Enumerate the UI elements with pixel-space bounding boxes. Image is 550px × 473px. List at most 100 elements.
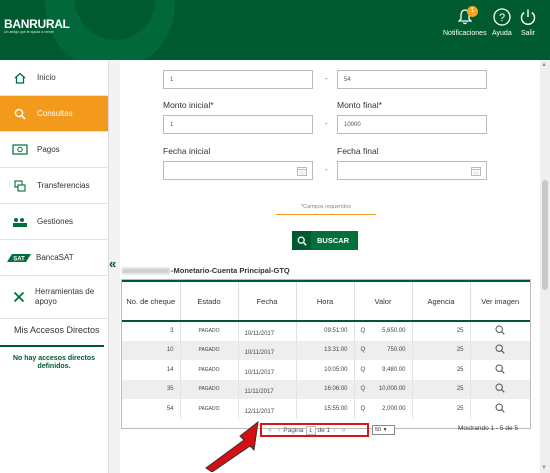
- cell-valor: Q 5,650.00: [354, 321, 413, 341]
- sidebar-item-label: Herramientas de apoyo: [35, 287, 95, 306]
- cheques-table: No. de cheque Estado Fecha Hora Valor Ag…: [121, 279, 531, 429]
- logo-brand: BANRURAL: [4, 17, 70, 31]
- chevron-down-icon: ▼: [382, 427, 388, 433]
- search-icon: [12, 106, 28, 122]
- calendar-icon[interactable]: [297, 166, 307, 176]
- account-title: -Monetario-Cuenta Principal-GTQ: [122, 266, 290, 275]
- cell-cheque: 10: [122, 340, 181, 360]
- col-header-fecha[interactable]: Fecha: [238, 280, 297, 322]
- table-row: 54 PAGADO 12/11/2017 15:55:00 Q 2,000.00 …: [122, 399, 530, 419]
- cell-hora: 10:05:00: [296, 360, 355, 380]
- bell-icon: 1: [456, 6, 478, 26]
- sidebar-item-transferencias[interactable]: Transferencias: [0, 168, 108, 204]
- range-separator: -: [325, 165, 328, 174]
- required-fields-note: *Campos requeridos: [276, 204, 376, 215]
- mis-accesos-header: Mis Accesos Directos: [0, 319, 104, 347]
- view-image-search-icon[interactable]: [495, 403, 505, 413]
- scroll-up-icon[interactable]: ▲: [541, 62, 547, 68]
- currency-symbol: Q: [360, 386, 366, 393]
- sidebar-item-bancasat[interactable]: SAT BancaSAT: [0, 240, 108, 276]
- cell-agencia: 25: [412, 360, 471, 380]
- banrural-logo[interactable]: BANRURAL Un amigo que te ayuda a crecer: [4, 17, 70, 35]
- view-image-search-icon[interactable]: [495, 364, 505, 374]
- monto-inicial-input[interactable]: 1: [163, 115, 313, 134]
- page-label: Página: [283, 426, 304, 434]
- cell-valor: Q 750.00: [354, 340, 413, 360]
- sidebar: Inicio Consultas Pagos Transferencias Ge…: [0, 60, 109, 473]
- table-row: 14 PAGADO 10/11/2017 10:05:00 Q 9,480.00 …: [122, 360, 530, 380]
- fecha-final-input[interactable]: [337, 161, 487, 180]
- cell-ver-imagen: [470, 399, 530, 419]
- sidebar-item-consultas[interactable]: Consultas: [0, 96, 108, 132]
- scrollbar-thumb[interactable]: [542, 180, 548, 290]
- cell-fecha: 12/11/2017: [238, 399, 297, 419]
- sidebar-item-pagos[interactable]: Pagos: [0, 132, 108, 168]
- amount: 2,000.00: [382, 405, 406, 412]
- cell-fecha: 10/11/2017: [238, 340, 297, 360]
- cell-cheque: 54: [122, 399, 181, 419]
- calendar-icon[interactable]: [471, 166, 481, 176]
- col-header-valor[interactable]: Valor: [354, 280, 413, 322]
- col-header-cheque[interactable]: No. de cheque: [122, 280, 181, 322]
- cheque-inicial-input[interactable]: 1: [163, 70, 313, 89]
- cell-agencia: 25: [412, 379, 471, 399]
- view-image-search-icon[interactable]: [495, 325, 505, 335]
- cell-estado: PAGADO: [180, 379, 239, 399]
- help-button[interactable]: ? Ayuda: [492, 8, 512, 37]
- table-row: 3 PAGADO 10/11/2017 09:51:00 Q 5,650.00 2…: [122, 321, 530, 341]
- exit-button[interactable]: Salir: [519, 8, 537, 37]
- logo-tagline: Un amigo que te ayuda a crecer: [4, 30, 54, 34]
- sidebar-item-label: BancaSAT: [36, 253, 74, 262]
- fecha-inicial-input[interactable]: [163, 161, 313, 180]
- cell-agencia: 25: [412, 399, 471, 419]
- buscar-button[interactable]: BUSCAR: [292, 231, 358, 250]
- view-image-search-icon[interactable]: [495, 344, 505, 354]
- cell-estado: PAGADO: [180, 321, 239, 341]
- sidebar-item-gestiones[interactable]: Gestiones: [0, 204, 108, 240]
- cell-valor: Q 10,000.00: [354, 379, 413, 399]
- collapse-sidebar-icon[interactable]: «: [109, 256, 116, 271]
- notifications-button[interactable]: 1 Notificaciones: [443, 6, 487, 37]
- range-separator: -: [325, 74, 328, 83]
- col-header-agencia[interactable]: Agencia: [412, 280, 471, 322]
- col-header-estado[interactable]: Estado: [180, 280, 239, 322]
- last-page-icon[interactable]: »: [342, 427, 346, 434]
- fecha-inicial-label: Fecha inicial: [163, 146, 211, 156]
- sidebar-item-inicio[interactable]: Inicio: [0, 60, 108, 96]
- range-separator: -: [325, 119, 328, 128]
- cell-fecha: 10/11/2017: [238, 321, 297, 341]
- cell-ver-imagen: [470, 321, 530, 341]
- pagination-control: « ‹ Página 1 de 1 › »: [260, 423, 369, 437]
- sidebar-item-label: Transferencias: [37, 181, 90, 190]
- rows-per-page-select[interactable]: 50 ▼: [372, 425, 395, 435]
- next-page-icon[interactable]: ›: [333, 427, 335, 434]
- vertical-scrollbar[interactable]: ▲ ▼: [540, 60, 550, 473]
- sidebar-item-label: Gestiones: [37, 217, 74, 226]
- top-header: BANRURAL Un amigo que te ayuda a crecer …: [0, 0, 550, 60]
- monto-final-input[interactable]: 10000: [337, 115, 487, 134]
- red-pointer-arrow-icon: [205, 420, 259, 472]
- cheque-final-input[interactable]: 54: [337, 70, 487, 89]
- cell-fecha: 10/11/2017: [238, 360, 297, 380]
- first-page-icon[interactable]: «: [268, 427, 272, 434]
- monto-final-label: Monto final*: [337, 100, 382, 110]
- money-icon: [12, 142, 28, 158]
- amount: 10,000.00: [378, 386, 406, 393]
- cell-hora: 09:51:00: [296, 321, 355, 341]
- currency-symbol: Q: [360, 366, 366, 373]
- amount: 750.00: [387, 347, 406, 354]
- view-image-search-icon[interactable]: [495, 383, 505, 393]
- home-icon: [12, 70, 28, 86]
- gestiones-icon: [12, 214, 28, 230]
- cell-agencia: 25: [412, 321, 471, 341]
- page-of-label: de 1: [317, 426, 331, 434]
- scroll-down-icon[interactable]: ▼: [541, 465, 547, 471]
- sidebar-item-herramientas[interactable]: Herramientas de apoyo: [0, 276, 108, 319]
- sat-icon: SAT: [6, 250, 32, 266]
- cell-valor: Q 9,480.00: [354, 360, 413, 380]
- cell-cheque: 3: [122, 321, 181, 341]
- cell-ver-imagen: [470, 340, 530, 360]
- prev-page-icon[interactable]: ‹: [278, 427, 280, 434]
- col-header-hora[interactable]: Hora: [296, 280, 355, 322]
- page-number-input[interactable]: 1: [305, 425, 316, 435]
